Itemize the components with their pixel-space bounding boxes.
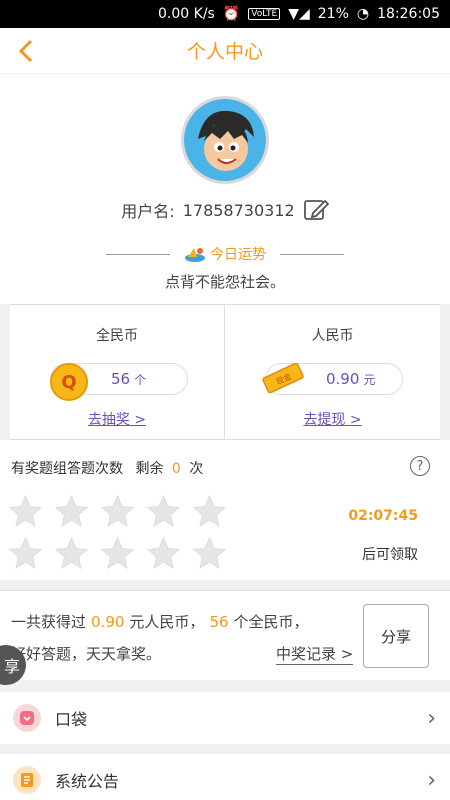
earned-rmb: 0.90 [91,613,125,631]
earnings-summary: 一共获得过 0.90 元人民币， 56 个全民币， 好好答题，天天拿奖。 中奖记录 > … [0,590,450,680]
edit-icon[interactable] [303,197,329,223]
cash-ticket-icon: 现金 [262,363,304,393]
fortune-icon [185,248,205,262]
status-bar: 0.00 K/s ⏰ VoLTE ▼◢ 21% ◔ 18:26:05 [0,0,450,28]
lottery-link[interactable]: 去抽奖 > [10,409,224,429]
star-slot-icon [8,536,43,570]
star-slot-icon [192,494,227,528]
fortune-header: 今日运势 [0,244,450,264]
menu-label: 口袋 [55,710,88,729]
menu-label: 系统公告 [55,772,120,791]
star-slot-icon [100,536,135,570]
signal-icon: ▼◢ [288,6,310,22]
rmb-section: 人民币 0.90 元 现金 去提现 > [225,305,440,439]
star-slot-icon [146,536,181,570]
username-label: 用户名: [121,202,175,221]
earned-coins-unit: 个全民币， [233,613,309,631]
remaining-count: 0 [171,461,181,477]
rmb-unit: 元 [363,373,376,387]
avatar[interactable] [181,96,269,184]
battery-icon: ◔ [356,6,370,22]
chevron-right-icon: › [427,705,436,731]
rmb-value: 0.90 [326,370,360,388]
remaining-unit: 次 [189,461,204,477]
q-coin-icon: Q [50,363,88,401]
star-slot-icon [54,536,89,570]
profile-card: 用户名: 17858730312 今日运势 点背不能怨社会。 [0,74,450,304]
coin-unit: 个 [134,373,147,387]
nav-bar: 个人中心 [0,28,450,74]
volte-badge: VoLTE [248,8,281,20]
chevron-right-icon: › [427,767,436,793]
back-button[interactable] [12,36,42,66]
star-row [8,494,238,529]
earnings-prefix: 一共获得过 [11,613,87,631]
claim-after-label: 后可领取 [362,547,418,563]
network-speed: 0.00 K/s [158,6,215,22]
fortune-title-text: 今日运势 [210,247,266,263]
fortune-title: 今日运势 [184,244,266,264]
username-row: 用户名: 17858730312 [0,197,450,223]
fortune-text: 点背不能怨社会。 [164,273,285,291]
earned-coins: 56 [209,613,229,631]
win-records-link[interactable]: 中奖记录 > [276,643,354,665]
menu-item-pocket[interactable]: 口袋 › [0,692,450,744]
withdraw-link[interactable]: 去提现 > [225,409,440,429]
coin-panel: 全民币 56 个 Q 去抽奖 > 人民币 0.90 元 现金 去提现 > [10,304,440,440]
star-row [8,536,238,571]
earned-rmb-unit: 元人民币， [129,613,205,631]
national-coin-section: 全民币 56 个 Q 去抽奖 > [10,305,225,439]
star-slot-icon [192,536,227,570]
quiz-label: 有奖题组答题次数 [11,461,123,477]
chevron-left-icon [18,39,33,63]
remaining-label: 剩余 [135,461,164,477]
countdown-timer: 02:07:45 [348,508,418,524]
share-button[interactable]: 分享 [363,604,429,668]
pocket-icon [13,704,41,732]
divider [106,253,170,255]
star-slot-icon [100,494,135,528]
divider [280,253,344,255]
coin-value: 56 [111,370,131,388]
alarm-icon: ⏰ [222,6,241,22]
star-slot-icon [8,494,43,528]
notice-icon [13,766,41,794]
quiz-section: 有奖题组答题次数 剩余 0 次 ? 02:07:45 后可领取 [0,440,450,580]
quiz-attempts: 有奖题组答题次数 剩余 0 次 [11,458,203,478]
earnings-line: 一共获得过 0.90 元人民币， 56 个全民币， [11,611,309,632]
help-icon[interactable]: ? [410,456,430,476]
slogan: 好好答题，天天拿奖。 [11,645,162,663]
cartoon-face-icon [184,99,266,181]
username-value: 17858730312 [182,200,295,220]
clock: 18:26:05 [377,6,440,22]
battery-level: 21% [317,6,349,22]
page-title: 个人中心 [186,41,263,63]
menu-item-notice[interactable]: 系统公告 › [0,754,450,800]
star-slot-icon [146,494,181,528]
rmb-title: 人民币 [311,328,354,344]
star-slot-icon [54,494,89,528]
coin-title: 全民币 [96,328,138,344]
